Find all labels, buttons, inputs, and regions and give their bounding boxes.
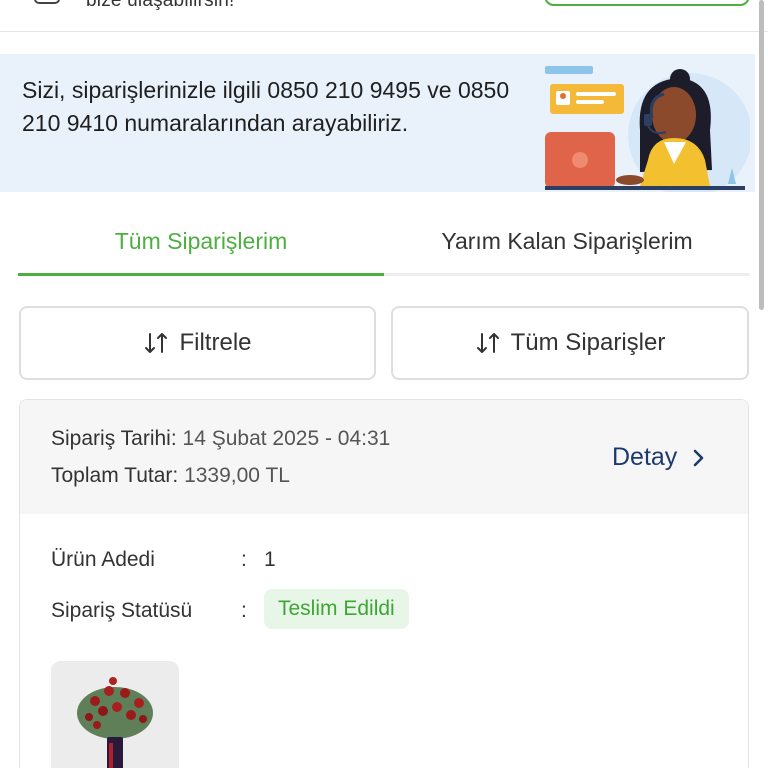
sort-icon	[475, 331, 501, 355]
order-tabs: Tüm Siparişlerim Yarım Kalan Siparişleri…	[18, 210, 750, 276]
order-card-header: Sipariş Tarihi: 14 Şubat 2025 - 04:31 To…	[20, 400, 748, 514]
order-status-label: Sipariş Statüsü	[51, 599, 193, 622]
order-detail-link[interactable]: Detay	[612, 443, 705, 472]
contact-text: bize ulaşabilirsin!	[86, 0, 235, 11]
contact-strip: bize ulaşabilirsin!	[0, 0, 768, 32]
chat-icon	[34, 0, 60, 4]
order-detail-label: Detay	[612, 443, 678, 471]
order-date-value: 14 Şubat 2025 - 04:31	[182, 427, 391, 450]
all-orders-sort-label: Tüm Siparişler	[510, 329, 666, 356]
filter-button[interactable]: Filtrele	[19, 306, 376, 380]
order-status-row: Sipariş Statüsü : Teslim Edildi	[51, 589, 409, 629]
contact-button[interactable]	[544, 0, 750, 6]
chevron-right-icon	[693, 449, 705, 467]
tab-incomplete-orders[interactable]: Yarım Kalan Siparişlerim	[384, 210, 750, 273]
call-info-text: Sizi, siparişlerinizle ilgili 0850 210 9…	[22, 77, 510, 136]
product-quantity-row: Ürün Adedi : 1	[51, 548, 276, 571]
order-total: Toplam Tutar: 1339,00 TL	[51, 464, 290, 487]
order-total-value: 1339,00 TL	[184, 464, 290, 487]
scrollbar[interactable]	[759, 0, 764, 310]
all-orders-sort-button[interactable]: Tüm Siparişler	[391, 306, 749, 380]
tab-all-orders[interactable]: Tüm Siparişlerim	[18, 210, 384, 276]
product-quantity-value: 1	[264, 548, 276, 571]
status-badge: Teslim Edildi	[264, 589, 409, 629]
product-quantity-label: Ürün Adedi	[51, 548, 155, 571]
sort-icon	[143, 331, 169, 355]
filter-button-label: Filtrele	[179, 329, 252, 356]
support-agent-illustration	[545, 66, 750, 192]
product-image[interactable]	[51, 661, 179, 768]
order-date: Sipariş Tarihi: 14 Şubat 2025 - 04:31	[51, 427, 391, 450]
order-card: Sipariş Tarihi: 14 Şubat 2025 - 04:31 To…	[19, 399, 749, 768]
